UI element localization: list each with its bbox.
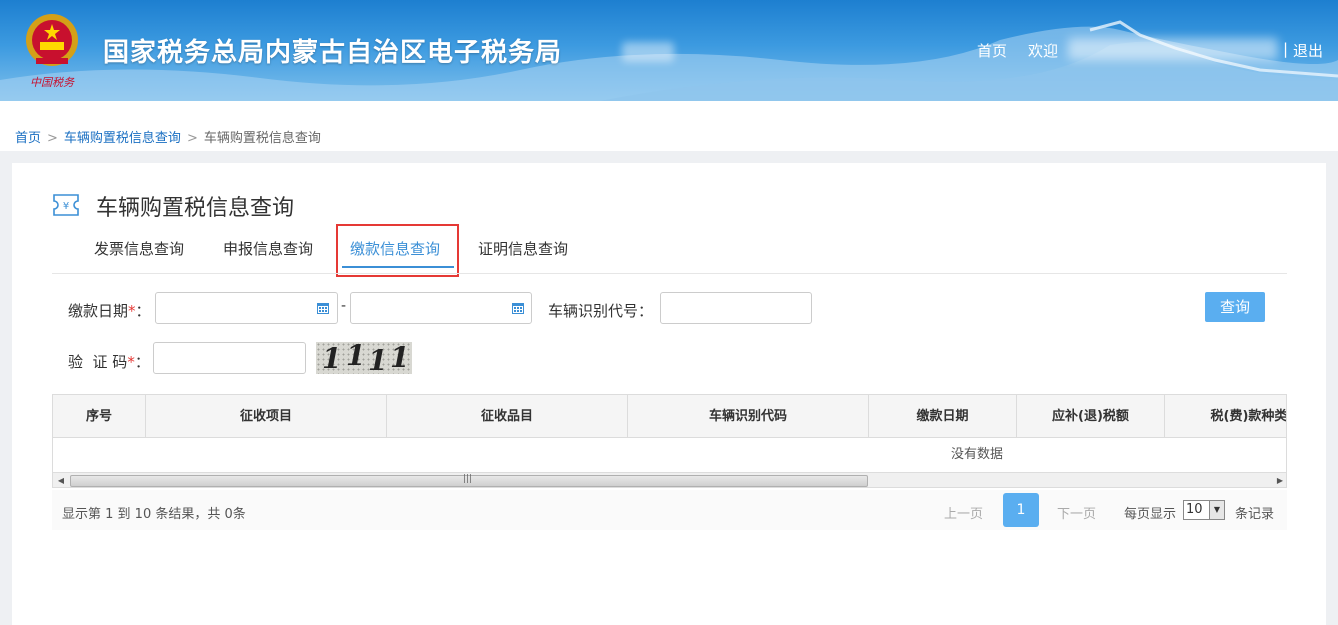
column-header[interactable]: 应补(退)税额 — [1017, 395, 1165, 438]
captcha-input[interactable] — [153, 342, 306, 374]
current-page-button[interactable]: 1 — [1003, 493, 1039, 527]
records-label: 条记录 — [1235, 507, 1275, 522]
payment-date-label: 缴款日期*： — [68, 302, 151, 320]
column-header[interactable]: 征收品目 — [387, 395, 628, 438]
captcha-char: 1 — [368, 344, 388, 377]
dropdown-arrow-icon: ▼ — [1209, 501, 1224, 519]
svg-text:中国税务: 中国税务 — [30, 76, 75, 89]
breadcrumb: 首页 > 车辆购置税信息查询 > 车辆购置税信息查询 — [15, 127, 321, 146]
result-summary: 显示第 1 到 10 条结果，共 0条 — [62, 507, 246, 522]
captcha-char: 1 — [322, 342, 342, 375]
query-button[interactable]: 查询 — [1205, 292, 1265, 322]
welcome-text: 欢迎 — [1028, 42, 1059, 60]
calendar-icon[interactable] — [316, 301, 330, 315]
column-header[interactable]: 缴款日期 — [869, 395, 1017, 438]
active-tab-underline — [342, 266, 454, 268]
redacted-text — [622, 42, 674, 62]
site-title: 国家税务总局内蒙古自治区电子税务局 — [103, 38, 563, 68]
national-emblem-icon: 中国税务 — [26, 14, 78, 89]
next-page-button[interactable]: 下一页 — [1057, 503, 1096, 522]
horizontal-scrollbar[interactable]: ◀ ||| ▶ — [53, 472, 1286, 487]
calendar-icon[interactable] — [511, 301, 525, 315]
tab-payment-query[interactable]: 缴款信息查询 — [350, 238, 440, 259]
per-page-select[interactable]: 10 ▼ — [1183, 500, 1225, 520]
vin-label: 车辆识别代号： — [548, 302, 654, 320]
breadcrumb-home[interactable]: 首页 — [15, 131, 41, 146]
home-link[interactable]: 首页 — [977, 42, 1007, 60]
site-header: 中国税务 国家税务总局内蒙古自治区电子税务局 首页 欢迎 | 退出 — [0, 0, 1338, 101]
tab-declaration-query[interactable]: 申报信息查询 — [223, 238, 313, 259]
column-header[interactable]: 税(费)款种类 — [1165, 395, 1286, 438]
tab-invoice-query[interactable]: 发票信息查询 — [94, 238, 184, 259]
per-page-value: 10 — [1186, 502, 1203, 517]
column-header[interactable]: 征收项目 — [146, 395, 387, 438]
breadcrumb-separator: > — [47, 131, 58, 146]
tax-ticket-icon: ¥ — [53, 194, 79, 216]
redacted-username — [1068, 38, 1278, 60]
header-separator: | — [1283, 40, 1289, 58]
breadcrumb-current: 车辆购置税信息查询 — [203, 131, 321, 146]
column-header[interactable]: 车辆识别代码 — [628, 395, 869, 438]
scrollbar-thumb[interactable]: ||| — [70, 474, 868, 487]
svg-text:¥: ¥ — [63, 201, 69, 212]
tab-certificate-query[interactable]: 证明信息查询 — [478, 238, 568, 259]
results-table: 序号 征收项目 征收品目 车辆识别代码 缴款日期 应补(退)税额 税(费)款种类… — [52, 394, 1287, 488]
payment-date-start-input[interactable] — [155, 292, 338, 324]
per-page-label: 每页显示 — [1124, 507, 1177, 522]
page-title: 车辆购置税信息查询 — [96, 196, 295, 221]
captcha-char: 1 — [346, 339, 366, 372]
payment-date-end-input[interactable] — [350, 292, 532, 324]
scrollbar-grip: ||| — [463, 474, 473, 484]
logout-link[interactable]: 退出 — [1293, 42, 1323, 60]
empty-message: 没有数据 — [951, 447, 1004, 462]
date-range-separator: - — [341, 298, 347, 314]
captcha-image[interactable]: 1 1 1 1 — [316, 339, 412, 377]
vin-input[interactable] — [660, 292, 812, 324]
column-header[interactable]: 序号 — [53, 395, 146, 438]
captcha-label: 验 证 码*： — [68, 353, 150, 371]
scroll-left-arrow-icon[interactable]: ◀ — [53, 473, 69, 487]
captcha-char: 1 — [390, 341, 410, 374]
scroll-right-arrow-icon[interactable]: ▶ — [1272, 473, 1286, 487]
table-header: 序号 征收项目 征收品目 车辆识别代码 缴款日期 应补(退)税额 税(费)款种类 — [53, 395, 1286, 438]
tabs-divider — [52, 273, 1287, 274]
breadcrumb-separator: > — [186, 131, 198, 146]
breadcrumb-vehicle-tax[interactable]: 车辆购置税信息查询 — [64, 131, 181, 146]
empty-table-row: 没有数据 — [53, 439, 1286, 471]
prev-page-button[interactable]: 上一页 — [944, 503, 983, 522]
